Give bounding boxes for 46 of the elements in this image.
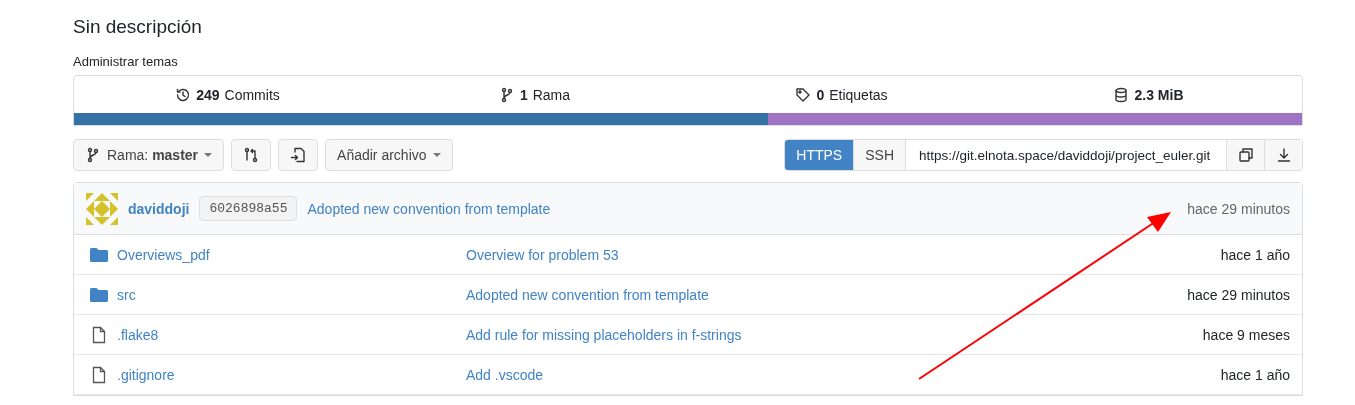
compare-icon [243, 147, 260, 163]
repo-stat-link[interactable]: 2.3 MiB [995, 76, 1302, 113]
tag-icon [795, 86, 812, 103]
avatar-icon [86, 192, 118, 225]
file-name-link[interactable]: Overviews_pdf [117, 246, 210, 263]
folder-icon [90, 286, 108, 303]
commit-time: hace 1 año [1220, 366, 1290, 383]
commit-time: hace 29 minutos [1187, 200, 1290, 217]
commit-time: hace 1 año [1220, 246, 1290, 263]
add-file-dropdown[interactable]: Añadir archivo [325, 139, 453, 171]
copy-icon [1237, 147, 1254, 163]
commit-message-link[interactable]: Adopted new convention from template [307, 200, 551, 217]
file-icon [90, 365, 108, 384]
download-button[interactable] [1264, 140, 1302, 170]
repo-stat-link[interactable]: 0 Etiquetas [688, 76, 995, 113]
commit-time: hace 9 meses [1202, 326, 1290, 343]
compare-button[interactable] [231, 139, 272, 171]
commit-sha-link[interactable]: 6026898a55 [199, 196, 298, 221]
commit-message-link[interactable]: Adopted new convention from template [466, 286, 709, 303]
caret-icon [432, 153, 441, 157]
commit-message-link[interactable]: Overview for problem 53 [466, 246, 619, 263]
file-name-link[interactable]: src [117, 286, 136, 303]
caret-icon [204, 153, 213, 157]
clone-protocol-tab[interactable]: SSH [854, 140, 906, 170]
commit-time: hace 29 minutos [1187, 286, 1290, 303]
copy-button[interactable] [1226, 140, 1264, 170]
mirror-button[interactable] [278, 139, 319, 171]
manage-topics-link[interactable]: Administrar temas [73, 54, 178, 69]
clone-url-field[interactable]: HTTPS SSH https://git.elnota.space/daviddoji/project_euler.git [784, 139, 1303, 171]
file-name-link[interactable]: .gitignore [117, 366, 175, 383]
file-name-link[interactable]: .flake8 [117, 326, 159, 343]
download-icon [1275, 147, 1292, 163]
file-icon [90, 325, 108, 344]
folder-icon [90, 246, 108, 263]
branch-icon [85, 147, 101, 163]
repo-description: Sin descripción [73, 15, 203, 39]
clone-protocol-tab[interactable]: HTTPS [785, 140, 855, 170]
file-import-icon [290, 147, 307, 163]
repo-stat-link[interactable]: 1 Rama [381, 76, 688, 113]
commit-author-link[interactable]: daviddoji [128, 200, 190, 217]
branch-dropdown[interactable]: Rama: master [73, 139, 225, 171]
database-icon [1113, 86, 1130, 103]
commit-message-link[interactable]: Add rule for missing placeholders in f-strings [466, 326, 742, 343]
commit-message-link[interactable]: Add .vscode [466, 366, 544, 383]
history-icon [175, 86, 192, 103]
repo-stat-link[interactable]: 249 Commits [74, 76, 381, 113]
